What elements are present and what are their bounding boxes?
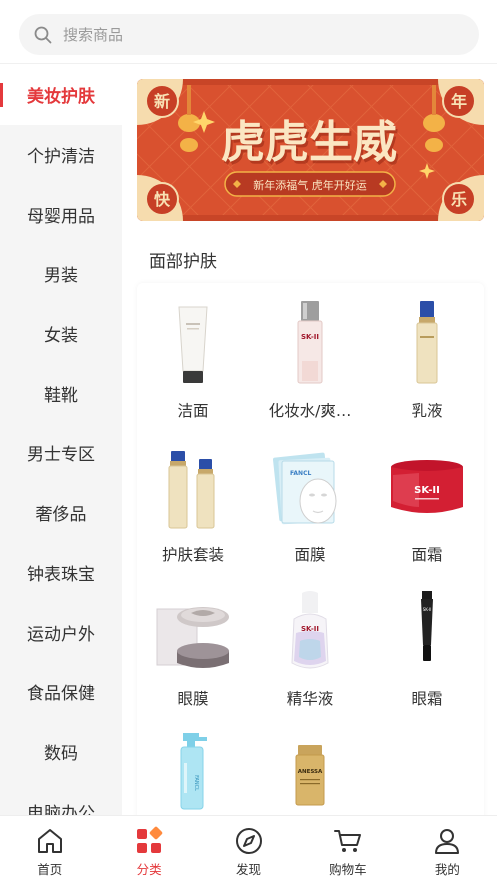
- svg-text:SK-II: SK-II: [301, 625, 319, 633]
- sidebar-item-label: 钟表珠宝: [27, 564, 95, 585]
- svg-text:ANESSA: ANESSA: [298, 769, 323, 775]
- sidebar-item-watches-jewelry[interactable]: 钟表珠宝: [0, 543, 122, 603]
- tab-category[interactable]: 分类: [99, 816, 198, 883]
- compass-icon: [235, 828, 262, 854]
- face-mask-icon: FANCL: [272, 452, 337, 525]
- bottom-tab-bar: 首页 分类 发现 购物车 我的: [0, 815, 497, 883]
- banner-subtitle: 新年添福气 虎年开好运: [253, 178, 367, 192]
- category-icon: [137, 826, 163, 853]
- tab-label: 我的: [434, 862, 460, 877]
- tab-discover[interactable]: 发现: [199, 816, 298, 883]
- tab-label: 分类: [136, 862, 162, 877]
- sidebar-item-mother-baby[interactable]: 母婴用品: [0, 184, 122, 244]
- sidebar-item-label: 鞋靴: [44, 385, 78, 406]
- tab-label: 发现: [236, 862, 262, 877]
- category-item-label: 护肤套装: [161, 546, 224, 564]
- search-input[interactable]: [63, 25, 443, 44]
- section-title: 面部护肤: [149, 252, 217, 272]
- svg-text:SK-II: SK-II: [414, 485, 440, 496]
- sidebar-item-label: 个护清洁: [27, 147, 95, 168]
- sidebar-item-label: 食品保健: [27, 684, 95, 705]
- banner-title: 虎虎生威: [221, 117, 397, 168]
- tab-home[interactable]: 首页: [0, 816, 99, 883]
- sidebar-item-personal-care[interactable]: 个护清洁: [0, 125, 122, 185]
- category-item-label: 眼膜: [177, 690, 209, 708]
- banner-corner-br: 乐: [451, 190, 467, 209]
- category-item-eye-cream[interactable]: SK-II 眼霜: [371, 583, 483, 723]
- sidebar-item-computer-office[interactable]: 电脑办公: [0, 781, 122, 815]
- category-item-skincare-set[interactable]: 护肤套装: [137, 439, 249, 579]
- sidebar-item-label: 母婴用品: [27, 206, 95, 227]
- svg-text:SK-II: SK-II: [301, 333, 319, 341]
- sidebar-item-luxury[interactable]: 奢侈品: [0, 483, 122, 543]
- cleansing-oil-bottle-icon: FANCL: [180, 733, 207, 810]
- sidebar-item-label: 奢侈品: [35, 505, 87, 526]
- tab-cart[interactable]: 购物车: [298, 816, 397, 883]
- category-item-face-cream[interactable]: SK-II 面霜: [371, 439, 483, 579]
- sidebar-item-digital[interactable]: 数码: [0, 722, 122, 782]
- sidebar-item-label: 运动户外: [27, 624, 95, 645]
- tab-label: 首页: [37, 862, 63, 877]
- banner-corner-bl: 快: [154, 190, 171, 209]
- banner-corner-tr: 年: [451, 92, 467, 111]
- category-item-label: 化妆水/爽…: [268, 402, 352, 420]
- sunscreen-bottle-icon: ANESSA: [295, 745, 325, 806]
- category-item-label: 乳液: [411, 402, 443, 420]
- sidebar-item-label: 女装: [44, 326, 78, 347]
- category-item-cleanser[interactable]: 洁面: [137, 295, 249, 435]
- cleanser-tube-icon: [178, 306, 208, 383]
- sidebar-item-men-zone[interactable]: 男士专区: [0, 423, 122, 483]
- sidebar-item-womenswear[interactable]: 女装: [0, 304, 122, 364]
- banner-graphic: 新 年 快 乐 虎虎生威 虎虎生威 新年添福气 虎年开好运: [137, 79, 484, 221]
- category-item-toner[interactable]: SK-II 化妆水/爽…: [254, 295, 366, 435]
- svg-text:FANCL: FANCL: [193, 775, 199, 791]
- product-category-grid: 洁面 SK-II 化妆水/爽… 乳液 护肤套装 FANCL 面膜 SK-II 面…: [137, 283, 484, 823]
- sidebar-item-label: 电脑办公: [27, 803, 95, 815]
- svg-text:SK-II: SK-II: [423, 607, 432, 612]
- sidebar-item-label: 数码: [44, 743, 78, 764]
- svg-text:FANCL: FANCL: [290, 470, 311, 477]
- eye-cream-tube-icon: SK-II: [421, 591, 433, 661]
- category-item-label: 面霜: [411, 546, 443, 564]
- search-header: [0, 0, 497, 64]
- search-icon: [34, 26, 52, 43]
- home-icon: [37, 829, 62, 853]
- tab-mine[interactable]: 我的: [398, 816, 497, 883]
- lotion-bottle-icon: [416, 301, 438, 384]
- user-icon: [435, 829, 460, 854]
- category-page: 美妆护肤 个护清洁 母婴用品 男装 女装 鞋靴 男士专区 奢侈品 钟表珠宝 运动…: [0, 0, 497, 883]
- sidebar-item-menswear[interactable]: 男装: [0, 244, 122, 304]
- sidebar-item-beauty-skincare[interactable]: 美妆护肤: [0, 65, 122, 125]
- sidebar-item-label: 美妆护肤: [27, 87, 95, 108]
- sidebar-item-label: 男士专区: [27, 445, 95, 466]
- category-item-label: 眼霜: [411, 690, 443, 708]
- skincare-set-icon: [168, 451, 215, 529]
- category-item-lotion[interactable]: 乳液: [371, 295, 483, 435]
- category-item-eye-mask[interactable]: 眼膜: [137, 583, 249, 723]
- promo-banner[interactable]: 新 年 快 乐 虎虎生威 虎虎生威 新年添福气 虎年开好运: [137, 79, 484, 221]
- category-item-serum[interactable]: SK-II 精华液: [254, 583, 366, 723]
- toner-bottle-icon: SK-II: [297, 301, 323, 384]
- category-sidebar: 美妆护肤 个护清洁 母婴用品 男装 女装 鞋靴 男士专区 奢侈品 钟表珠宝 运动…: [0, 65, 122, 815]
- tab-label: 购物车: [329, 862, 367, 877]
- cream-jar-icon: SK-II: [391, 460, 463, 513]
- sidebar-item-label: 男装: [44, 266, 78, 287]
- sidebar-item-shoes[interactable]: 鞋靴: [0, 363, 122, 423]
- serum-bottle-icon: SK-II: [291, 591, 329, 669]
- eye-mask-jar-icon: [156, 607, 229, 668]
- sidebar-item-food-health[interactable]: 食品保健: [0, 662, 122, 722]
- category-item-face-mask[interactable]: FANCL 面膜: [254, 439, 366, 579]
- category-item-label: 面膜: [294, 546, 326, 564]
- category-item-label: 精华液: [286, 690, 334, 708]
- banner-corner-tl: 新: [154, 92, 170, 111]
- category-item-label: 洁面: [177, 402, 209, 420]
- search-bar[interactable]: [19, 14, 479, 55]
- cart-icon: [333, 830, 361, 852]
- sidebar-item-sports-outdoor[interactable]: 运动户外: [0, 602, 122, 662]
